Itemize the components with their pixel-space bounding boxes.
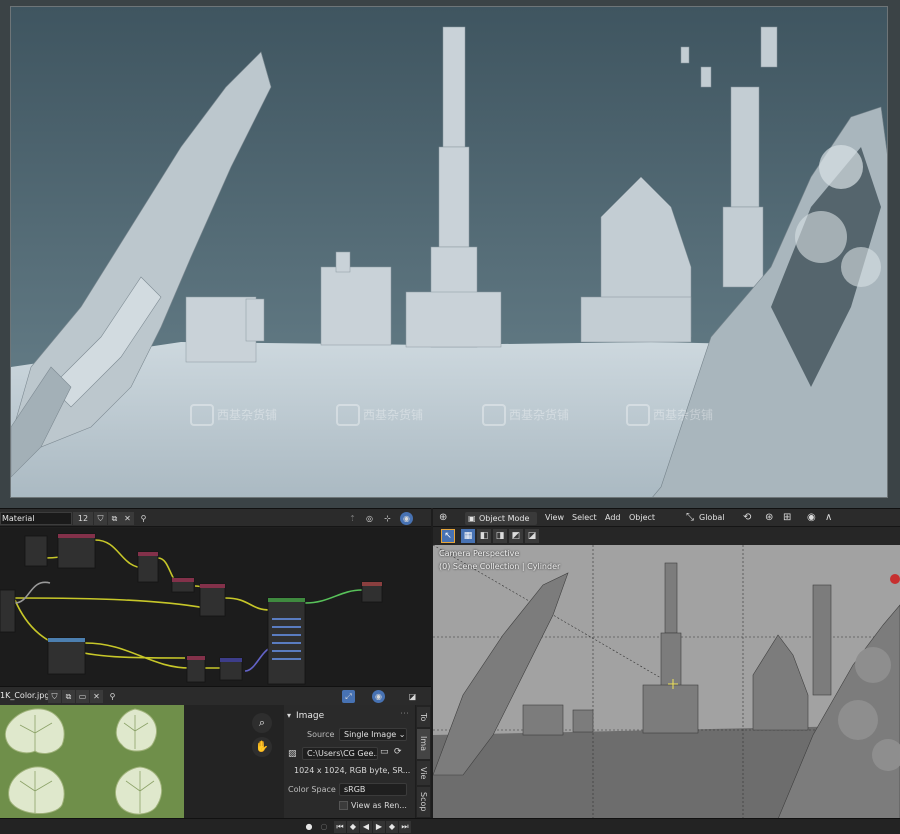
- sample-tool-icon[interactable]: ⤢: [342, 690, 355, 703]
- overlay-icon[interactable]: ◉: [400, 512, 413, 525]
- menu-add[interactable]: Add: [605, 513, 621, 522]
- watermark-1: 西基杂货铺: [217, 407, 277, 422]
- mode-dropdown[interactable]: ▣ Object Mode ⌄: [465, 512, 537, 536]
- close-icon[interactable]: ✕: [90, 690, 103, 703]
- tab-scopes[interactable]: Scop: [417, 787, 430, 817]
- camera-perspective-label: Camera Perspective: [439, 549, 520, 558]
- slot-icon[interactable]: ◎: [363, 512, 376, 525]
- material-name-field[interactable]: Material: [0, 512, 72, 525]
- snap-icon[interactable]: ⊛: [765, 512, 773, 523]
- viewport-scene: [433, 545, 900, 818]
- pivot-icon[interactable]: ⟲: [743, 512, 751, 523]
- sidebar-tabs: To Ima Vie Scop: [416, 705, 431, 819]
- overlay-icon[interactable]: ◉: [372, 690, 385, 703]
- editor-type-icon[interactable]: ⊕: [439, 512, 447, 523]
- proportional-edit-icon[interactable]: ◉: [807, 512, 816, 523]
- select-subtract-icon[interactable]: ◨: [493, 529, 507, 543]
- filepath-field[interactable]: C:\Users\CG Gee...: [302, 747, 378, 760]
- menu-object[interactable]: Object: [629, 513, 655, 522]
- play-reverse-icon[interactable]: ◀: [360, 821, 372, 833]
- material-users-count[interactable]: 12: [73, 512, 93, 525]
- record-icon[interactable]: ●: [303, 821, 315, 833]
- image-editor: 1K_Color.jpg ⛉ ⧉ ▭ ✕ ⚲ ⤢ ◉ ◪ ⌕ ✋ ▾ Image…: [0, 686, 431, 819]
- color-space-label: Color Space: [288, 785, 336, 794]
- node-editor: Material 12 ⛉ ⧉ ✕ ⚲ ⇡ ◎ ⊹ ◉: [0, 508, 431, 687]
- parent-node-icon[interactable]: ⇡: [346, 512, 359, 525]
- reload-icon[interactable]: ⟳: [394, 747, 402, 757]
- transform-orientation-dropdown[interactable]: Global: [699, 513, 725, 522]
- timeline-bar: ● ○ ⏮ ◆ ◀ ▶ ◆ ⏭: [0, 818, 900, 834]
- snap-icon[interactable]: ⊹: [381, 512, 394, 525]
- color-space-value: sRGB: [344, 785, 366, 794]
- close-icon[interactable]: ✕: [121, 512, 134, 525]
- panel-drag-icon[interactable]: ⋯: [400, 709, 409, 719]
- source-value: Single Image: [344, 730, 397, 739]
- scene-collection-label: (0) Scene Collection | Cylinder: [439, 562, 561, 571]
- node-graph: [0, 533, 383, 685]
- image-name[interactable]: 1K_Color.jpg: [0, 691, 49, 700]
- select-extend-icon[interactable]: ◧: [477, 529, 491, 543]
- 3d-viewport: ⊕ ▣ Object Mode ⌄ View Select Add Object…: [433, 508, 900, 818]
- select-invert-icon[interactable]: ◩: [509, 529, 523, 543]
- render-image: 西基杂货铺 西基杂货铺 西基杂货铺 西基杂货铺: [10, 6, 888, 498]
- select-intersect-icon[interactable]: ◪: [525, 529, 539, 543]
- image-canvas[interactable]: [0, 705, 184, 819]
- fake-user-icon[interactable]: ⛉: [94, 512, 107, 525]
- tab-tool[interactable]: To: [417, 707, 430, 727]
- image-panel-title: Image: [296, 711, 325, 721]
- falloff-icon[interactable]: ∧: [825, 512, 832, 523]
- play-icon[interactable]: ▶: [373, 821, 385, 833]
- folder-icon[interactable]: ▭: [380, 747, 389, 757]
- node-canvas[interactable]: [0, 528, 431, 687]
- watermark-3: 西基杂货铺: [509, 407, 569, 422]
- color-space-dropdown[interactable]: sRGB: [339, 783, 407, 796]
- transform-orientation-icon: ⤡: [686, 512, 694, 523]
- panel-collapse-icon[interactable]: ▾: [287, 711, 291, 720]
- image-editor-header: 1K_Color.jpg ⛉ ⧉ ▭ ✕ ⚲ ⤢ ◉ ◪: [0, 687, 431, 705]
- pin-icon[interactable]: ⚲: [137, 512, 150, 525]
- tab-image[interactable]: Ima: [417, 729, 430, 759]
- object-mode-icon: ▣: [468, 514, 476, 523]
- folder-icon[interactable]: ▭: [76, 690, 89, 703]
- zoom-icon[interactable]: ⌕: [252, 713, 272, 733]
- duplicate-icon[interactable]: ⧉: [62, 690, 75, 703]
- jump-start-icon[interactable]: ⏮: [334, 821, 346, 833]
- view-as-render-label: View as Ren...: [351, 801, 407, 810]
- source-dropdown[interactable]: Single Image ⌄: [339, 728, 407, 741]
- pin-icon[interactable]: ⚲: [106, 690, 119, 703]
- pan-hand-icon[interactable]: ✋: [252, 737, 272, 757]
- watermark-2: 西基杂货铺: [363, 407, 423, 422]
- next-keyframe-icon[interactable]: ◆: [386, 821, 398, 833]
- watermark-4: 西基杂货铺: [653, 407, 713, 422]
- jump-end-icon[interactable]: ⏭: [399, 821, 411, 833]
- auto-key-icon[interactable]: ○: [318, 821, 330, 833]
- select-tool-icon[interactable]: ↖: [441, 529, 455, 543]
- snap-target-icon[interactable]: ⊞: [783, 512, 791, 523]
- source-label: Source: [307, 730, 335, 739]
- node-editor-header: Material 12 ⛉ ⧉ ✕ ⚲ ⇡ ◎ ⊹ ◉: [0, 509, 431, 527]
- duplicate-icon[interactable]: ⧉: [108, 512, 121, 525]
- prev-keyframe-icon[interactable]: ◆: [347, 821, 359, 833]
- view-as-render-checkbox[interactable]: [339, 801, 348, 810]
- viewport-header: ⊕ ▣ Object Mode ⌄ View Select Add Object…: [433, 509, 900, 536]
- image-file-icon: ▨: [288, 749, 297, 759]
- viewport-canvas[interactable]: Camera Perspective (0) Scene Collection …: [433, 545, 900, 818]
- image-tool-area: ⌕ ✋: [184, 705, 284, 819]
- leaf-texture: [0, 705, 184, 819]
- render-illustration: 西基杂货铺 西基杂货铺 西基杂货铺 西基杂货铺: [11, 7, 887, 497]
- tab-view[interactable]: Vie: [417, 761, 430, 785]
- blender-window: 西基杂货铺 西基杂货铺 西基杂货铺 西基杂货铺 Material 12 ⛉ ⧉ …: [0, 0, 900, 834]
- image-properties-panel: ▾ Image ⋯ Source Single Image ⌄ ▨ C:\Use…: [284, 705, 415, 819]
- render-view: 西基杂货铺 西基杂货铺 西基杂货铺 西基杂货铺: [0, 0, 900, 508]
- menu-view[interactable]: View: [545, 513, 564, 522]
- image-info: 1024 x 1024, RGB byte, SR...: [294, 766, 411, 775]
- mode-label: Object Mode: [479, 514, 530, 523]
- fake-user-icon[interactable]: ⛉: [48, 690, 61, 703]
- select-new-icon[interactable]: ▦: [461, 529, 475, 543]
- display-channels-icon[interactable]: ◪: [406, 690, 419, 703]
- menu-select[interactable]: Select: [572, 513, 597, 522]
- viewport-toolbar: ↖ ▦ ◧ ◨ ◩ ◪: [433, 527, 900, 545]
